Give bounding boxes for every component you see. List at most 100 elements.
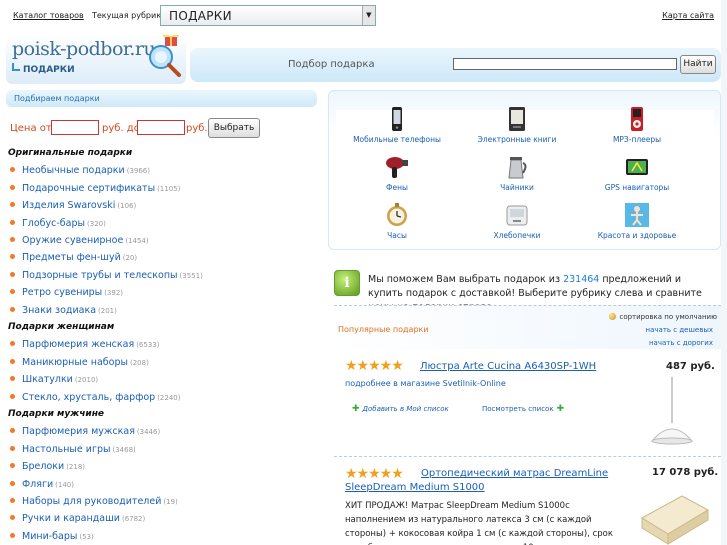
grid-item-bread-makers[interactable]: Хлебопечки — [455, 202, 579, 240]
category-count: (208) — [129, 358, 149, 367]
category-link[interactable]: Мини-бары (53) — [10, 531, 94, 542]
bullet-icon — [10, 393, 15, 399]
category-count: (3551) — [179, 271, 203, 280]
category-count: (140) — [55, 480, 74, 489]
view-list-label: Посмотреть список — [482, 405, 554, 413]
offers-count-link[interactable]: 231464 — [563, 274, 599, 285]
bullet-icon — [10, 254, 15, 260]
category-label: Наборы для руководителей — [22, 496, 162, 507]
grid-item-watches[interactable]: Часы — [335, 202, 459, 240]
gps-navigator-icon — [626, 159, 648, 175]
ebook-icon — [509, 107, 525, 131]
category-count: (320) — [87, 219, 106, 228]
category-link[interactable]: Наборы для руководителей (19) — [10, 496, 178, 507]
category-link[interactable]: Парфюмерия женская (6533) — [10, 339, 159, 350]
grid-item-ebooks[interactable]: Электронные книги — [455, 106, 579, 144]
category-link[interactable]: Настольные игры (3468) — [10, 444, 136, 455]
catalog-link[interactable]: Каталог товаров — [13, 11, 84, 20]
sort-default[interactable]: сортировка по умолчанию — [609, 313, 717, 321]
price-currency-label: руб. — [186, 123, 208, 134]
plus-icon: ✚ — [352, 404, 360, 414]
grid-item-label: Хлебопечки — [493, 231, 541, 240]
sort-expensive-link[interactable]: начать с дорогих — [649, 339, 713, 347]
rubric-select[interactable]: ПОДАРКИ ▼ — [160, 5, 376, 26]
beauty-health-icon — [625, 203, 649, 227]
category-link[interactable]: Подзорные трубы и телескопы (3551) — [10, 270, 203, 281]
category-count: (3966) — [126, 167, 150, 176]
bullet-icon — [10, 167, 15, 173]
bullet-icon — [10, 184, 15, 190]
view-list-link[interactable]: Посмотреть список ✚ — [482, 404, 564, 414]
category-link[interactable]: Знаки зодиака (201) — [10, 305, 117, 316]
sitemap-link[interactable]: Карта сайта — [662, 11, 714, 20]
grid-item-mp3-players[interactable]: МРЗ-плееры — [575, 106, 699, 144]
category-link[interactable]: Брелоки (218) — [10, 461, 85, 472]
product-image[interactable] — [634, 375, 710, 451]
category-count: (106) — [117, 202, 137, 211]
category-link[interactable]: Подарочные сертификаты (1105) — [10, 183, 180, 194]
category-link[interactable]: Фляги (140) — [10, 479, 74, 490]
product-shop-link[interactable]: подробнее в магазине Svetilnik-Online — [345, 379, 506, 388]
category-group-title: Подарки женщинам — [8, 322, 115, 332]
watch-icon — [387, 203, 407, 226]
bullet-icon — [10, 306, 15, 312]
product-title-link[interactable]: Люстра Arte Cucina A6430SP-1WH — [420, 360, 620, 374]
grid-item-mobile-phones[interactable]: Мобильные телефоны — [335, 106, 459, 144]
bullet-icon — [10, 532, 15, 538]
category-label: Подзорные трубы и телескопы — [22, 269, 178, 281]
bullet-icon — [10, 219, 15, 225]
category-count: (19) — [163, 498, 178, 506]
category-count: (53) — [79, 532, 94, 541]
product-price: 17 078 руб. — [652, 467, 719, 478]
kettle-icon — [508, 157, 527, 179]
grid-item-hair-dryers[interactable]: Фены — [335, 154, 459, 192]
category-link[interactable]: Глобус-бары (320) — [10, 218, 106, 229]
bullet-icon — [10, 445, 15, 451]
page-title: Подбор подарка — [288, 59, 375, 70]
category-label: Необычные подарки — [22, 165, 125, 177]
category-link[interactable]: Необычные подарки (3966) — [10, 165, 150, 176]
search-button[interactable]: Найти — [680, 55, 716, 74]
category-link[interactable]: Стекло, хрусталь, фарфор (2240) — [10, 392, 180, 403]
sort-cheap-link[interactable]: начать с дешевых — [646, 326, 713, 334]
rating-stars: ★★★★★ — [345, 358, 404, 374]
add-to-list-button[interactable]: ✚ Добавить в Мой список — [352, 404, 449, 414]
scrollbar[interactable] — [721, 0, 727, 545]
product-description: ХИТ ПРОДАЖ! Матрас SleepDream Medium S10… — [345, 501, 613, 545]
grid-item-gps[interactable]: GPS навигаторы — [575, 154, 699, 192]
price-select-button[interactable]: Выбрать — [208, 118, 260, 138]
category-link[interactable]: Ретро сувениры (392) — [10, 287, 123, 298]
hair-dryer-icon — [386, 157, 408, 178]
price-to-input[interactable] — [137, 120, 185, 135]
category-count: (6533) — [136, 341, 160, 350]
info-text-before: Мы поможем Вам выбрать подарок из — [368, 274, 564, 285]
category-link[interactable]: Маникюрные наборы (208) — [10, 357, 149, 368]
product-image[interactable] — [634, 488, 710, 545]
category-count: (2240) — [157, 393, 181, 402]
category-group-title: Подарки мужчине — [8, 409, 105, 419]
category-link[interactable]: Предметы фен-шуй (20) — [10, 252, 137, 263]
grid-item-label: Мобильные телефоны — [353, 135, 441, 144]
category-link[interactable]: Оружие сувенирное (1454) — [10, 235, 149, 246]
grid-item-beauty[interactable]: Красота и здоровье — [575, 202, 699, 240]
chevron-down-icon[interactable]: ▼ — [362, 6, 375, 25]
grid-item-label: Красота и здоровье — [597, 231, 677, 240]
category-count: (3468) — [112, 445, 136, 454]
bullet-icon — [10, 480, 15, 486]
category-link[interactable]: Парфюмерия мужская (3446) — [10, 426, 160, 437]
bullet-icon — [10, 271, 15, 277]
category-count: (218) — [66, 463, 86, 472]
logo[interactable]: poisk-podbor.ru — [12, 38, 156, 60]
sort-default-label: сортировка по умолчанию — [619, 313, 717, 321]
category-label: Ручки и карандаши — [22, 513, 120, 525]
search-input[interactable] — [453, 58, 677, 70]
category-link[interactable]: Шкатулки (2010) — [10, 374, 98, 385]
product-title-link[interactable]: Ортопедический матрас DreamLine SleepDre… — [345, 467, 625, 495]
price-from-input[interactable] — [51, 120, 99, 135]
grid-item-kettles[interactable]: Чайники — [455, 154, 579, 192]
category-label: Глобус-бары — [22, 217, 86, 229]
product-price: 487 руб. — [666, 361, 715, 372]
category-link[interactable]: Изделия Swarovski (106) — [10, 200, 136, 211]
category-link[interactable]: Ручки и карандаши (6782) — [10, 513, 145, 524]
sidebar-tab-label: Подбираем подарки — [14, 94, 100, 103]
